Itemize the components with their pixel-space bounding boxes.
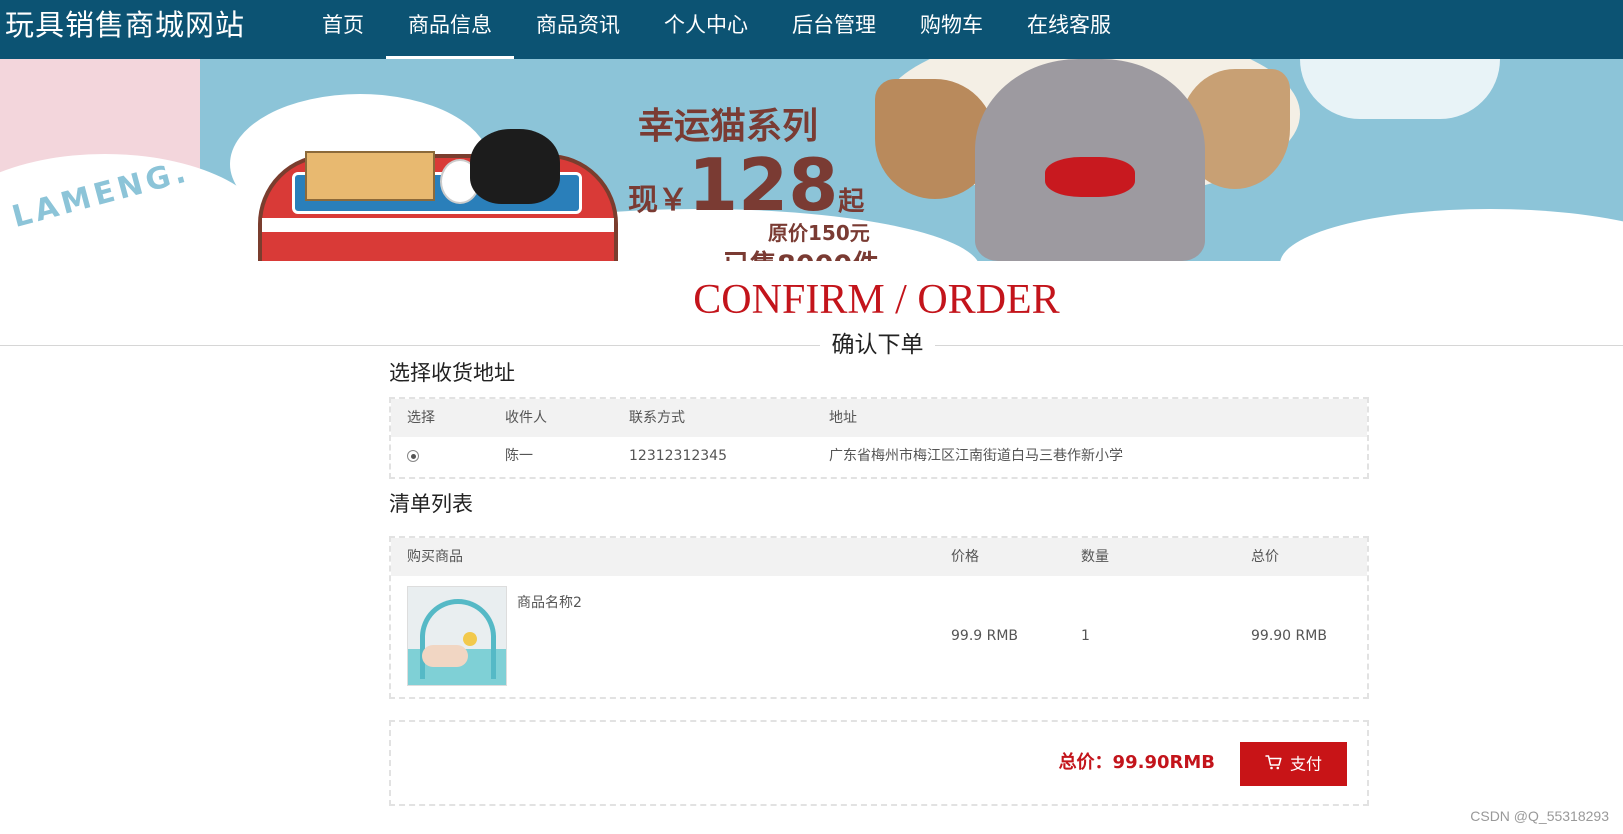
order-total: 总价：99.90RMB bbox=[1058, 752, 1215, 773]
address-row[interactable]: 陈一 12312312345 广东省梅州市梅江区江南街道白马三巷作新小学 bbox=[391, 437, 1367, 475]
column-header-subtotal: 总价 bbox=[1251, 549, 1279, 565]
promo-banner[interactable]: LAMENG. 幸运猫系列 现￥128起 原价150元 已售8000件 bbox=[0, 59, 1623, 261]
address-text: 广东省梅州市梅江区江南街道白马三巷作新小学 bbox=[829, 448, 1123, 464]
pay-button[interactable]: 支付 bbox=[1240, 742, 1347, 786]
column-header-product: 购买商品 bbox=[407, 549, 463, 565]
pay-button-label: 支付 bbox=[1289, 754, 1322, 774]
banner-promo-text: 幸运猫系列 现￥128起 原价150元 已售8000件 bbox=[628, 106, 888, 261]
page-title-cn: 确认下单 bbox=[820, 328, 935, 362]
nav-item-news[interactable]: 商品资讯 bbox=[514, 0, 642, 59]
column-header-select: 选择 bbox=[407, 410, 435, 426]
column-header-recipient: 收件人 bbox=[505, 410, 547, 426]
product-name[interactable]: 商品名称2 bbox=[517, 584, 582, 622]
heading-divider bbox=[0, 345, 1623, 346]
banner-cloud bbox=[1280, 209, 1623, 261]
main-nav: 首页 商品信息 商品资讯 个人中心 后台管理 购物车 在线客服 bbox=[300, 0, 1133, 59]
address-section-title: 选择收货地址 bbox=[389, 361, 515, 385]
column-header-price: 价格 bbox=[951, 549, 979, 565]
banner-price-value: 128 bbox=[688, 143, 839, 227]
top-navigation-bar: 玩具销售商城网站 首页 商品信息 商品资讯 个人中心 后台管理 购物车 在线客服 bbox=[0, 0, 1623, 59]
nav-item-online-service[interactable]: 在线客服 bbox=[1005, 0, 1133, 59]
order-item-row: 商品名称2 99.9 RMB 1 99.90 RMB bbox=[391, 576, 1367, 696]
banner-price-suffix: 起 bbox=[838, 187, 865, 217]
banner-price-prefix: 现￥ bbox=[628, 183, 688, 218]
order-table: 购买商品 价格 数量 总价 商品名称2 99.9 RMB 1 99.90 RMB bbox=[389, 536, 1369, 699]
thumb-baby bbox=[422, 645, 468, 667]
column-header-address: 地址 bbox=[829, 410, 857, 426]
page-title-en: CONFIRM / ORDER bbox=[693, 277, 1060, 323]
banner-promo-head: 幸运猫系列 bbox=[638, 106, 819, 147]
banner-deco bbox=[1300, 59, 1500, 119]
banner-boxes-illustration bbox=[305, 151, 435, 201]
banner-plush-illustration bbox=[875, 59, 1300, 261]
site-title[interactable]: 玩具销售商城网站 bbox=[5, 4, 245, 46]
cart-icon bbox=[1265, 743, 1282, 787]
van-stripe bbox=[262, 218, 614, 232]
product-thumbnail[interactable] bbox=[407, 586, 507, 686]
column-header-quantity: 数量 bbox=[1081, 549, 1109, 565]
nav-item-home[interactable]: 首页 bbox=[300, 0, 386, 59]
order-table-header: 购买商品 价格 数量 总价 bbox=[391, 538, 1367, 576]
product-quantity: 1 bbox=[1081, 628, 1090, 644]
product-subtotal: 99.90 RMB bbox=[1251, 628, 1327, 644]
address-select-radio[interactable] bbox=[407, 450, 419, 462]
order-section-title: 清单列表 bbox=[389, 492, 473, 516]
address-phone: 12312312345 bbox=[629, 448, 727, 464]
product-price: 99.9 RMB bbox=[951, 628, 1019, 644]
address-recipient: 陈一 bbox=[505, 448, 533, 464]
watermark: CSDN @Q_55318293 bbox=[1470, 808, 1609, 824]
payment-summary: 总价：99.90RMB 支付 bbox=[389, 720, 1369, 806]
banner-sold-count: 已售8000件 bbox=[723, 243, 879, 261]
nav-item-products[interactable]: 商品信息 bbox=[386, 0, 514, 59]
thumb-toy bbox=[463, 632, 477, 646]
address-table-header: 选择 收件人 联系方式 地址 bbox=[391, 399, 1367, 437]
address-table: 选择 收件人 联系方式 地址 陈一 12312312345 广东省梅州市梅江区江… bbox=[389, 397, 1369, 479]
nav-item-admin[interactable]: 后台管理 bbox=[770, 0, 898, 59]
nav-item-personal-center[interactable]: 个人中心 bbox=[642, 0, 770, 59]
banner-original-price: 原价150元 bbox=[768, 221, 870, 245]
column-header-phone: 联系方式 bbox=[629, 410, 685, 426]
nav-item-cart[interactable]: 购物车 bbox=[898, 0, 1005, 59]
banner-cat-illustration bbox=[470, 129, 560, 204]
thumb-arch bbox=[420, 599, 496, 679]
plush-bow bbox=[1045, 157, 1135, 197]
